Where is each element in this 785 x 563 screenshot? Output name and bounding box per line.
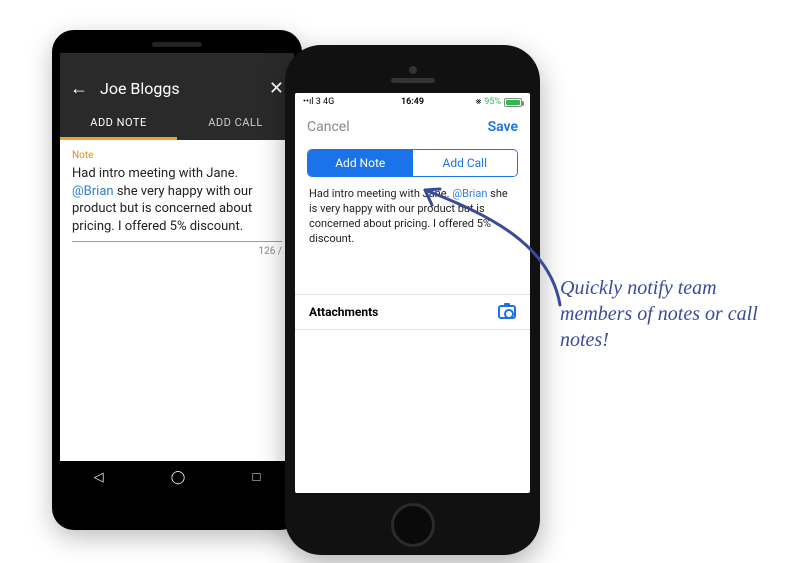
android-screen: ← Joe Bloggs ✕ ADD NOTE ADD CALL Note Ha… [60,53,294,493]
save-button[interactable]: Save [488,119,518,135]
status-time: 16:49 [295,97,530,107]
note-field-label: Note [72,150,282,161]
close-icon[interactable]: ✕ [269,80,284,98]
camera-icon[interactable] [498,305,516,319]
attachments-row: Attachments [295,294,530,330]
iphone-frame: ••ıl 3 4G 16:49 ⨳ 95% Cancel Save Add No… [285,45,540,555]
iphone-screen: ••ıl 3 4G 16:49 ⨳ 95% Cancel Save Add No… [295,93,530,493]
attachments-label: Attachments [309,305,378,319]
note-underline [72,241,282,242]
back-icon[interactable]: ← [70,80,88,98]
android-body: Note Had intro meeting with Jane. @Brian… [60,140,294,267]
iphone-top-bezel [295,55,530,93]
android-home-icon[interactable]: ◯ [171,470,186,485]
iphone-speaker [391,78,435,83]
android-phone-frame: ← Joe Bloggs ✕ ADD NOTE ADD CALL Note Ha… [52,30,302,530]
seg-add-note[interactable]: Add Note [308,150,413,176]
android-status-bar [60,53,294,71]
note-input[interactable]: Had intro meeting with Jane. @Brian she … [72,165,282,235]
ios-nav-bar: Cancel Save [295,111,530,143]
note-mention[interactable]: @Brian [72,184,114,199]
android-speaker [152,42,202,47]
ios-note-before: Had intro meeting with Jane. [309,187,452,200]
android-header: ← Joe Bloggs ✕ [60,71,294,106]
seg-add-call[interactable]: Add Call [413,150,518,176]
tab-add-call[interactable]: ADD CALL [177,106,294,140]
ios-status-bar: ••ıl 3 4G 16:49 ⨳ 95% [295,93,530,111]
android-recents-icon[interactable]: □ [253,469,261,485]
note-char-count: 126 / [72,246,282,257]
tab-add-note[interactable]: ADD NOTE [60,106,177,140]
note-text-before: Had intro meeting with Jane. [72,166,238,181]
android-nav-bar: ◁ ◯ □ [60,461,294,493]
iphone-home-button[interactable] [391,503,435,547]
ios-segmented-control: Add Note Add Call [307,149,518,177]
android-tabs: ADD NOTE ADD CALL [60,106,294,140]
cancel-button[interactable]: Cancel [307,119,350,135]
android-back-icon[interactable]: ◁ [94,470,104,485]
contact-name: Joe Bloggs [100,79,257,98]
ios-note-mention[interactable]: @Brian [452,187,487,200]
ios-note-input[interactable]: Had intro meeting with Jane. @Brian she … [295,187,530,246]
annotation-text: Quickly notify team members of notes or … [560,275,760,353]
battery-icon [504,98,522,107]
iphone-camera [409,66,417,74]
